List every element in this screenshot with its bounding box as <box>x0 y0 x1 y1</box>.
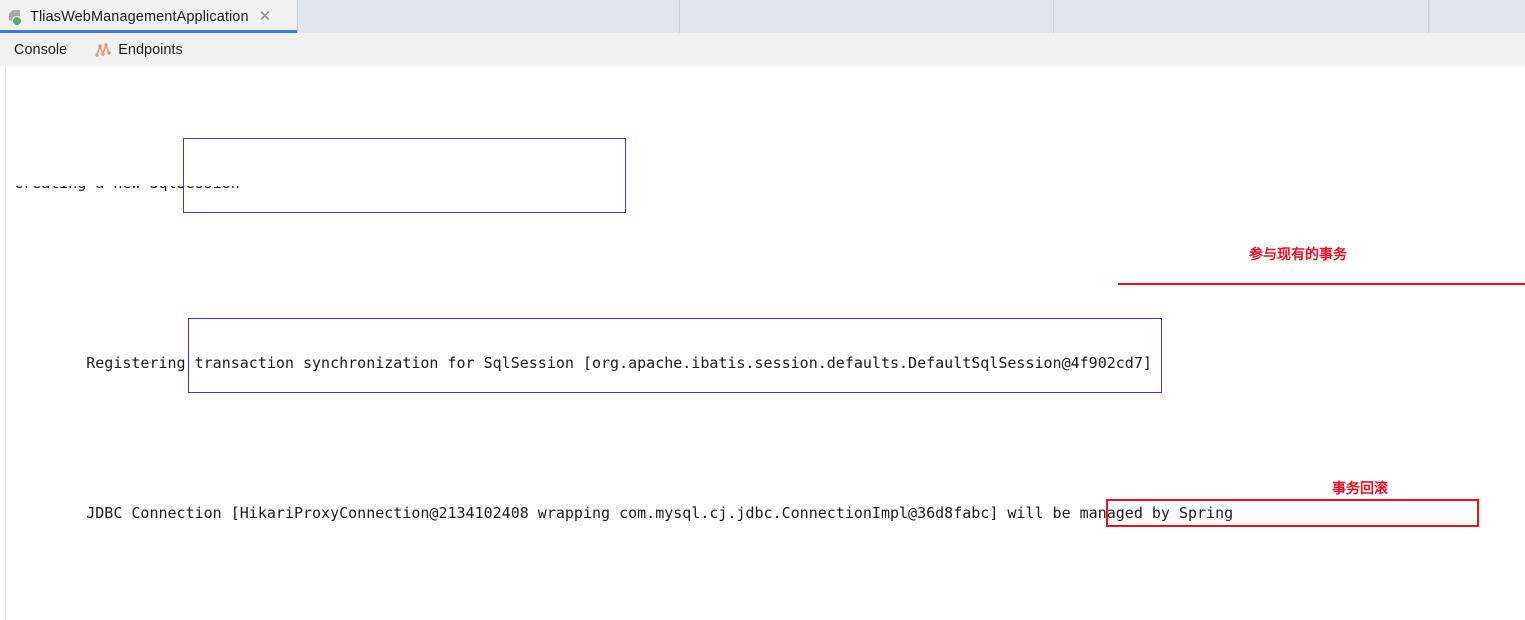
tab-console[interactable]: Console <box>0 33 81 66</box>
log-line: Creating a new SqlSession <box>14 186 1525 198</box>
console-toolbar: Console Endpoints <box>0 33 1525 67</box>
editor-tab-strip: TliasWebManagementApplication ✕ <box>0 0 1525 33</box>
annotation-underline-participating <box>1118 283 1525 285</box>
annotation-label-rollback: 事务回滚 <box>1332 480 1388 496</box>
tab-label: TliasWebManagementApplication <box>30 8 249 25</box>
log-line: JDBC Connection [HikariProxyConnection@2… <box>86 504 1234 522</box>
console-gutter <box>0 66 6 620</box>
log-line: Registering transaction synchronization … <box>86 354 1152 372</box>
console-output-panel[interactable]: Creating a new SqlSession Registering tr… <box>0 66 1525 620</box>
tab-endpoints[interactable]: Endpoints <box>81 33 197 66</box>
annotation-label-participating: 参与现有的事务 <box>1249 246 1347 262</box>
intellij-console-window: TliasWebManagementApplication ✕ Console <box>0 0 1525 620</box>
tab-tlias-web-management-application[interactable]: TliasWebManagementApplication ✕ <box>0 0 298 33</box>
close-icon[interactable]: ✕ <box>259 9 272 24</box>
console-log-lines: Creating a new SqlSession Registering tr… <box>14 66 1525 620</box>
tab-console-label: Console <box>14 41 68 58</box>
tab-strip-cell-2 <box>680 0 1054 33</box>
tab-strip-cell-4 <box>1429 0 1525 33</box>
tab-strip-cell-1 <box>297 0 681 33</box>
tab-strip-cell-3 <box>1053 0 1430 33</box>
endpoints-graph-icon <box>95 42 111 57</box>
spring-boot-run-icon <box>8 9 24 26</box>
tab-endpoints-label: Endpoints <box>118 41 183 58</box>
